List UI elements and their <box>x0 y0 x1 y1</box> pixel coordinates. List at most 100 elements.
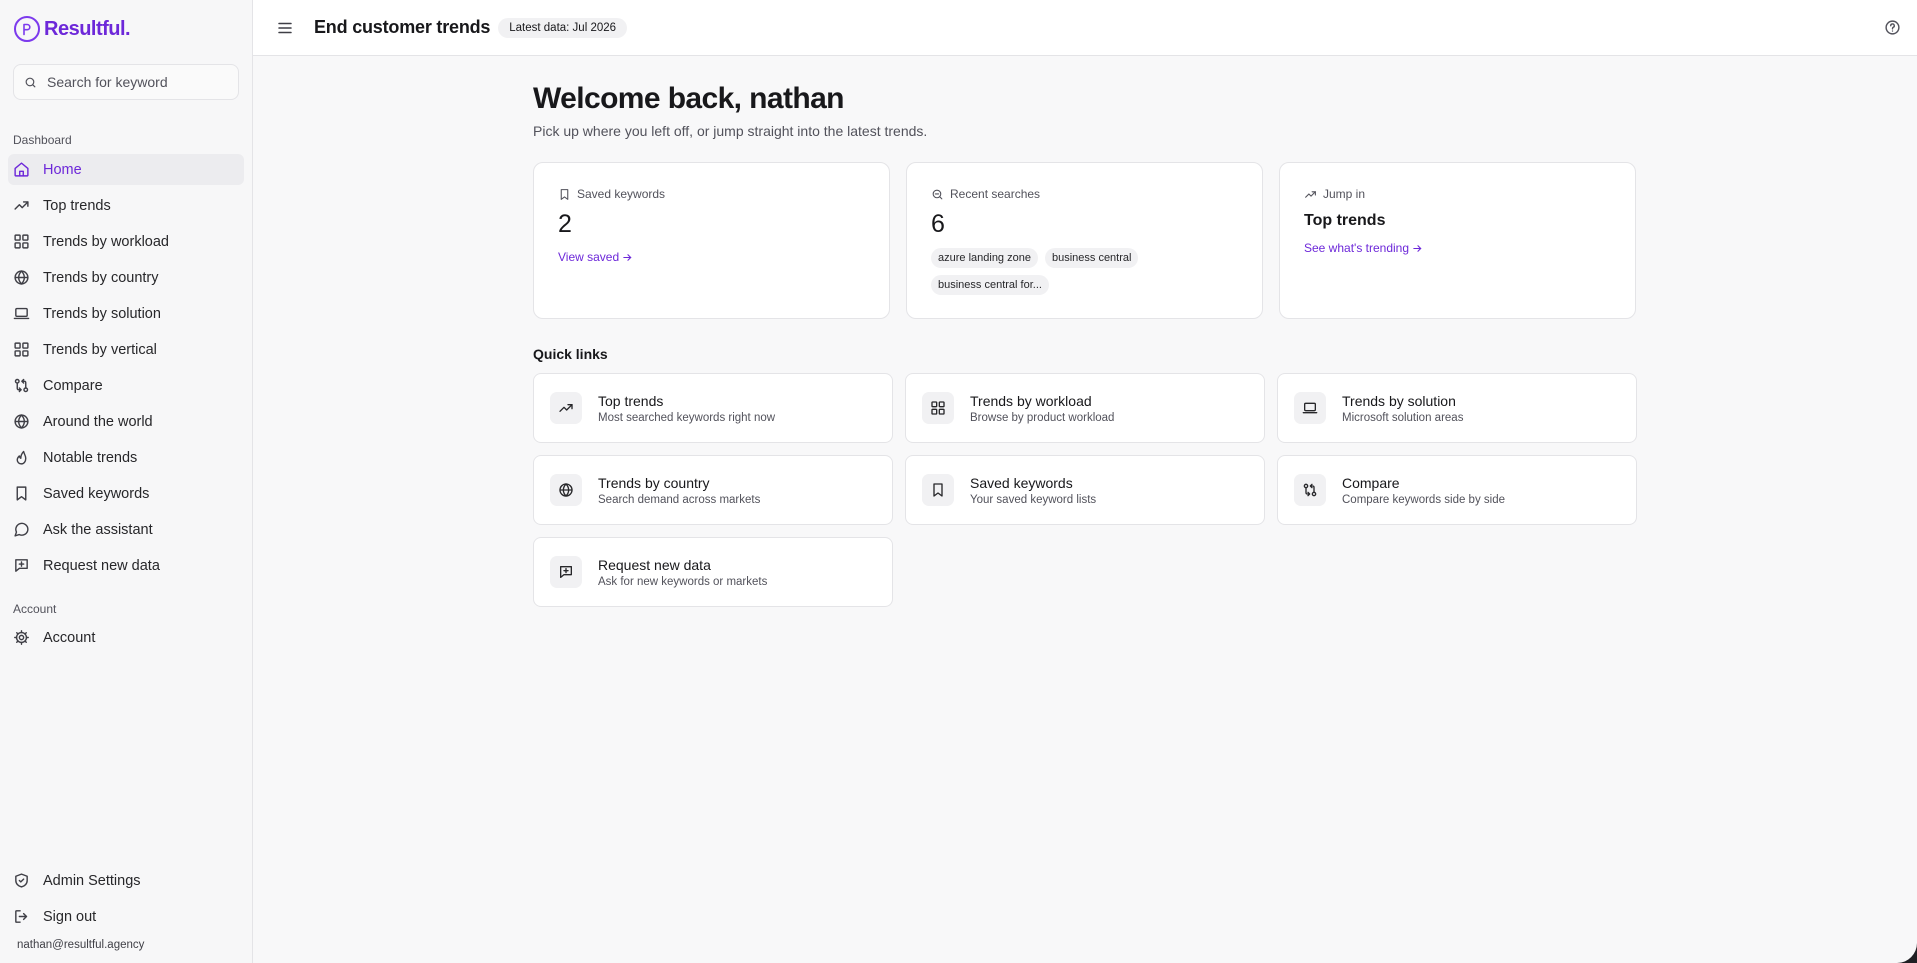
sidebar-item-trends-by-vertical[interactable]: Trends by vertical <box>8 334 244 365</box>
quick-links-heading: Quick links <box>533 346 608 362</box>
section-label-dashboard: Dashboard <box>13 133 72 147</box>
quick-link-description: Microsoft solution areas <box>1342 411 1464 424</box>
sidebar-item-label: Account <box>43 629 96 646</box>
quick-link-description: Most searched keywords right now <box>598 411 776 424</box>
top-header: End customer trends Latest data: Jul 202… <box>253 0 1917 56</box>
sidebar-item-compare[interactable]: Compare <box>8 370 244 401</box>
grid-icon <box>930 400 946 416</box>
sidebar-footer: Admin Settings Sign out nathan@resultful… <box>8 865 244 963</box>
quick-link-description: Browse by product workload <box>970 411 1115 424</box>
flame-icon <box>13 449 30 466</box>
sidebar-item-saved-keywords[interactable]: Saved keywords <box>8 478 244 509</box>
arrow-right-icon <box>1412 243 1423 254</box>
dashboard-content: Welcome back, nathan Pick up where you l… <box>533 82 1638 607</box>
quick-link-trends-by-solution[interactable]: Trends by solution Microsoft solution ar… <box>1277 373 1637 443</box>
quick-link-description: Your saved keyword lists <box>970 493 1097 506</box>
sidebar-item-label: Around the world <box>43 413 153 430</box>
sidebar-item-label: Trends by workload <box>43 233 169 250</box>
sidebar-item-label: Notable trends <box>43 449 138 466</box>
recent-searches-card: Recent searches 6 azure landing zone bus… <box>906 162 1263 319</box>
sidebar-item-label: Sign out <box>43 908 97 925</box>
sidebar-item-admin-settings[interactable]: Admin Settings <box>8 865 244 896</box>
sidebar-item-label: Trends by solution <box>43 305 161 322</box>
sidebar-item-home[interactable]: Home <box>8 154 244 185</box>
gear-icon <box>13 629 30 646</box>
sidebar-item-label: Compare <box>43 377 103 394</box>
sidebar-item-notable-trends[interactable]: Notable trends <box>8 442 244 473</box>
sidebar-item-label: Home <box>43 161 82 178</box>
main-area: End customer trends Latest data: Jul 202… <box>253 0 1917 963</box>
sidebar: Resultful. Dashboard Home Top trends Tre… <box>0 0 253 963</box>
sidebar-item-account[interactable]: Account <box>8 622 244 653</box>
trending-up-icon <box>558 400 574 416</box>
sidebar-item-sign-out[interactable]: Sign out <box>8 901 244 932</box>
sidebar-item-label: Admin Settings <box>43 872 141 889</box>
jump-in-label: Jump in <box>1304 187 1611 201</box>
sidebar-item-trends-by-country[interactable]: Trends by country <box>8 262 244 293</box>
sidebar-item-request-new-data[interactable]: Request new data <box>8 550 244 581</box>
brand-name: Resultful. <box>44 17 131 40</box>
sidebar-item-label: Trends by vertical <box>43 341 157 358</box>
sidebar-item-trends-by-solution[interactable]: Trends by solution <box>8 298 244 329</box>
bookmark-icon <box>558 188 571 201</box>
grid-icon <box>13 233 30 250</box>
sign-out-icon <box>13 908 30 925</box>
keyword-search-input[interactable] <box>47 74 227 90</box>
latest-data-badge: Latest data: Jul 2026 <box>498 17 628 38</box>
recent-search-chip[interactable]: business central <box>1044 248 1139 268</box>
search-history-icon <box>931 188 944 201</box>
recent-search-chips: azure landing zone business central busi… <box>931 248 1171 295</box>
grid-icon <box>13 341 30 358</box>
quick-link-title: Trends by workload <box>970 392 1092 409</box>
user-email: nathan@resultful.agency <box>17 939 145 951</box>
jump-in-title: Top trends <box>1304 212 1386 229</box>
quick-link-title: Top trends <box>598 392 664 409</box>
globe-icon <box>13 269 30 286</box>
sidebar-item-ask-the-assistant[interactable]: Ask the assistant <box>8 514 244 545</box>
trending-up-icon <box>1304 188 1317 201</box>
quick-link-saved-keywords[interactable]: Saved keywords Your saved keyword lists <box>905 455 1265 525</box>
summary-cards: Saved keywords 2 View saved Recent searc… <box>533 162 1638 319</box>
recent-searches-count: 6 <box>931 210 945 238</box>
bookmark-icon <box>930 482 946 498</box>
message-plus-icon <box>13 557 30 574</box>
quick-link-title: Request new data <box>598 556 711 573</box>
help-icon[interactable] <box>1884 19 1901 36</box>
quick-link-top-trends[interactable]: Top trends Most searched keywords right … <box>533 373 893 443</box>
sidebar-item-top-trends[interactable]: Top trends <box>8 190 244 221</box>
sidebar-item-label: Ask the assistant <box>43 521 153 538</box>
keyword-search[interactable] <box>13 64 239 100</box>
sidebar-item-label: Top trends <box>43 197 111 214</box>
quick-link-compare[interactable]: Compare Compare keywords side by side <box>1277 455 1637 525</box>
quick-link-title: Compare <box>1342 474 1400 491</box>
recent-searches-label: Recent searches <box>931 187 1238 201</box>
sidebar-item-around-the-world[interactable]: Around the world <box>8 406 244 437</box>
message-circle-icon <box>13 521 30 538</box>
quick-link-request-new-data[interactable]: Request new data Ask for new keywords or… <box>533 537 893 607</box>
menu-toggle-icon[interactable] <box>276 19 294 37</box>
recent-search-chip[interactable]: azure landing zone <box>931 248 1038 268</box>
globe-icon <box>13 413 30 430</box>
message-plus-icon <box>558 564 574 580</box>
see-whats-trending-link[interactable]: See what's trending <box>1304 241 1423 255</box>
search-icon <box>24 76 37 89</box>
recent-search-chip[interactable]: business central for... <box>931 275 1049 295</box>
bookmark-icon <box>13 485 30 502</box>
quick-link-description: Compare keywords side by side <box>1342 493 1505 506</box>
sidebar-item-label: Saved keywords <box>43 485 150 502</box>
brand-logo[interactable]: Resultful. <box>8 0 244 58</box>
quick-links-grid: Top trends Most searched keywords right … <box>533 373 1638 607</box>
sidebar-item-label: Request new data <box>43 557 160 574</box>
jump-in-card: Jump in Top trends See what's trending <box>1279 162 1636 319</box>
sidebar-item-trends-by-workload[interactable]: Trends by workload <box>8 226 244 257</box>
saved-keywords-card: Saved keywords 2 View saved <box>533 162 890 319</box>
quick-link-title: Trends by solution <box>1342 392 1456 409</box>
quick-link-trends-by-country[interactable]: Trends by country Search demand across m… <box>533 455 893 525</box>
globe-icon <box>558 482 574 498</box>
shield-icon <box>13 872 30 889</box>
home-icon <box>13 161 30 178</box>
page-title: End customer trends <box>314 17 491 37</box>
compare-icon <box>1302 482 1318 498</box>
view-saved-link[interactable]: View saved <box>558 250 633 264</box>
quick-link-trends-by-workload[interactable]: Trends by workload Browse by product wor… <box>905 373 1265 443</box>
